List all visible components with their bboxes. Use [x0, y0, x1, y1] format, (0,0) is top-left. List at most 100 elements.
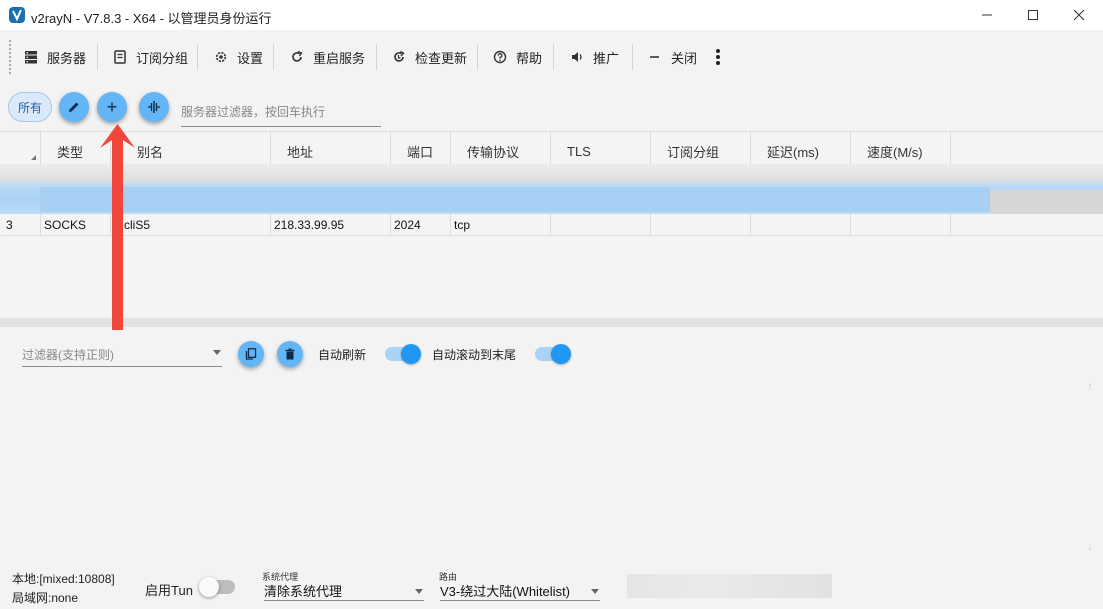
close-button[interactable] — [1056, 0, 1102, 30]
auto-scroll-label: 自动滚动到末尾 — [432, 348, 517, 362]
toolbar-servers-button[interactable]: 服务器 — [23, 46, 86, 68]
toolbar-close-button[interactable]: 关闭 — [647, 46, 697, 68]
more-vertical-icon[interactable] — [710, 46, 726, 68]
minimize-button[interactable] — [964, 0, 1010, 30]
copy-icon — [245, 348, 257, 360]
window-title: v2rayN - V7.8.3 - X64 - 以管理员身份运行 — [31, 11, 272, 26]
chevron-down-icon[interactable] — [591, 589, 599, 594]
tun-toggle[interactable] — [199, 577, 235, 597]
toolbar-check-update-label: 检查更新 — [415, 50, 468, 66]
toolbar-promotion-button[interactable]: 推广 — [569, 46, 619, 68]
toolbar-servers-label: 服务器 — [47, 50, 87, 66]
column-header-label: 别名 — [137, 144, 164, 160]
column-header-label: 延迟(ms) — [767, 144, 819, 160]
toggle-knob — [551, 344, 571, 364]
tls-cell[interactable] — [551, 214, 651, 236]
system-proxy-value: 清除系统代理 — [264, 583, 343, 599]
type-cell[interactable]: SOCKS — [41, 214, 111, 236]
split-view-button[interactable] — [139, 92, 169, 122]
toolbar-divider — [553, 44, 554, 70]
select-all-corner-icon[interactable] — [31, 155, 36, 160]
toolbar-close-label: 关闭 — [671, 50, 698, 66]
delay-cell[interactable] — [751, 214, 851, 236]
subscription-cell[interactable] — [651, 214, 751, 236]
toolbar-divider — [273, 44, 274, 70]
toolbar-help-label: 帮助 — [516, 50, 543, 66]
row-divider — [1, 235, 1103, 236]
column-header-label: 传输协议 — [467, 144, 520, 160]
routing-value: V3-绕过大陆(Whitelist) — [440, 583, 571, 599]
maximize-button[interactable] — [1010, 0, 1056, 30]
all-servers-chip[interactable]: 所有 — [8, 92, 52, 122]
lan-status: 局域网:none — [12, 591, 79, 605]
toggle-knob — [199, 577, 219, 597]
chevron-down-icon[interactable] — [415, 589, 423, 594]
toolbar-check-update-button[interactable]: 检查更新 — [391, 46, 467, 68]
toolbar-subscription-button[interactable]: 订阅分组 — [112, 46, 188, 68]
speed-cell[interactable] — [851, 214, 951, 236]
scroll-up-icon[interactable]: ↑ — [1084, 380, 1096, 392]
column-header-label: 类型 — [57, 144, 84, 160]
network-cell[interactable]: tcp — [451, 214, 551, 236]
toolbar-grip[interactable] — [9, 40, 13, 74]
close-icon — [1073, 9, 1085, 21]
auto-refresh-toggle[interactable] — [385, 344, 421, 364]
trash-icon — [285, 348, 295, 360]
port-cell[interactable]: 2024 — [391, 214, 451, 236]
restart-icon — [289, 49, 305, 65]
subscription-icon — [112, 49, 128, 65]
toolbar-restart-button[interactable]: 重启服务 — [289, 46, 365, 68]
speaker-icon — [569, 49, 585, 65]
system-proxy-select[interactable]: 清除系统代理 — [264, 580, 424, 601]
toggle-knob — [401, 344, 421, 364]
server-icon — [23, 49, 39, 65]
tun-label: 启用Tun — [145, 583, 193, 598]
toolbar-settings-button[interactable]: 设置 — [213, 46, 263, 68]
minimize-icon — [982, 14, 992, 16]
maximize-icon — [1028, 10, 1038, 20]
add-server-button[interactable]: + — [97, 92, 127, 122]
log-filter-input[interactable]: 过滤器(支持正则) — [22, 342, 222, 367]
alias-cell[interactable]: cliS5 — [111, 214, 271, 236]
pencil-icon — [69, 102, 79, 112]
log-output[interactable] — [0, 372, 1103, 562]
toolbar-divider — [477, 44, 478, 70]
redacted-area — [990, 190, 1103, 214]
address-cell[interactable]: 218.33.99.95 — [271, 214, 391, 236]
selected-row-redacted[interactable] — [40, 187, 990, 212]
copy-log-button[interactable] — [238, 341, 264, 367]
local-port-status: 本地:[mixed:10808] — [12, 572, 115, 586]
toolbar-divider — [376, 44, 377, 70]
clear-log-button[interactable] — [277, 341, 303, 367]
toolbar-divider — [197, 44, 198, 70]
plus-icon: + — [106, 97, 118, 117]
row-index-cell[interactable]: 3 — [3, 214, 41, 236]
gear-icon — [213, 49, 229, 65]
v2rayn-logo-icon — [9, 7, 25, 23]
chevron-down-icon[interactable] — [213, 350, 221, 355]
minus-icon — [647, 49, 663, 65]
auto-refresh-label: 自动刷新 — [318, 348, 367, 362]
column-header-label: 速度(M/s) — [867, 144, 923, 160]
toolbar-subscription-label: 订阅分组 — [136, 50, 189, 66]
horizontal-scrollbar[interactable] — [0, 318, 1103, 327]
toolbar-divider — [97, 44, 98, 70]
column-header-label: 订阅分组 — [667, 144, 720, 160]
toolbar-restart-label: 重启服务 — [313, 50, 366, 66]
toolbar-divider — [632, 44, 633, 70]
help-icon — [492, 49, 508, 65]
auto-scroll-toggle[interactable] — [535, 344, 571, 364]
split-icon — [148, 101, 160, 113]
server-filter-input[interactable] — [181, 98, 381, 127]
toolbar-promotion-label: 推广 — [593, 50, 620, 66]
toolbar-settings-label: 设置 — [237, 50, 264, 66]
column-header-label: 端口 — [407, 144, 434, 160]
edit-server-button[interactable] — [59, 92, 89, 122]
redacted-status — [627, 574, 832, 598]
column-header-label: 地址 — [287, 144, 314, 160]
column-header-label: TLS — [567, 143, 591, 159]
toolbar-help-button[interactable]: 帮助 — [492, 46, 542, 68]
scroll-down-icon[interactable]: ↓ — [1084, 541, 1096, 553]
routing-select[interactable]: V3-绕过大陆(Whitelist) — [440, 580, 600, 601]
update-icon — [391, 49, 407, 65]
